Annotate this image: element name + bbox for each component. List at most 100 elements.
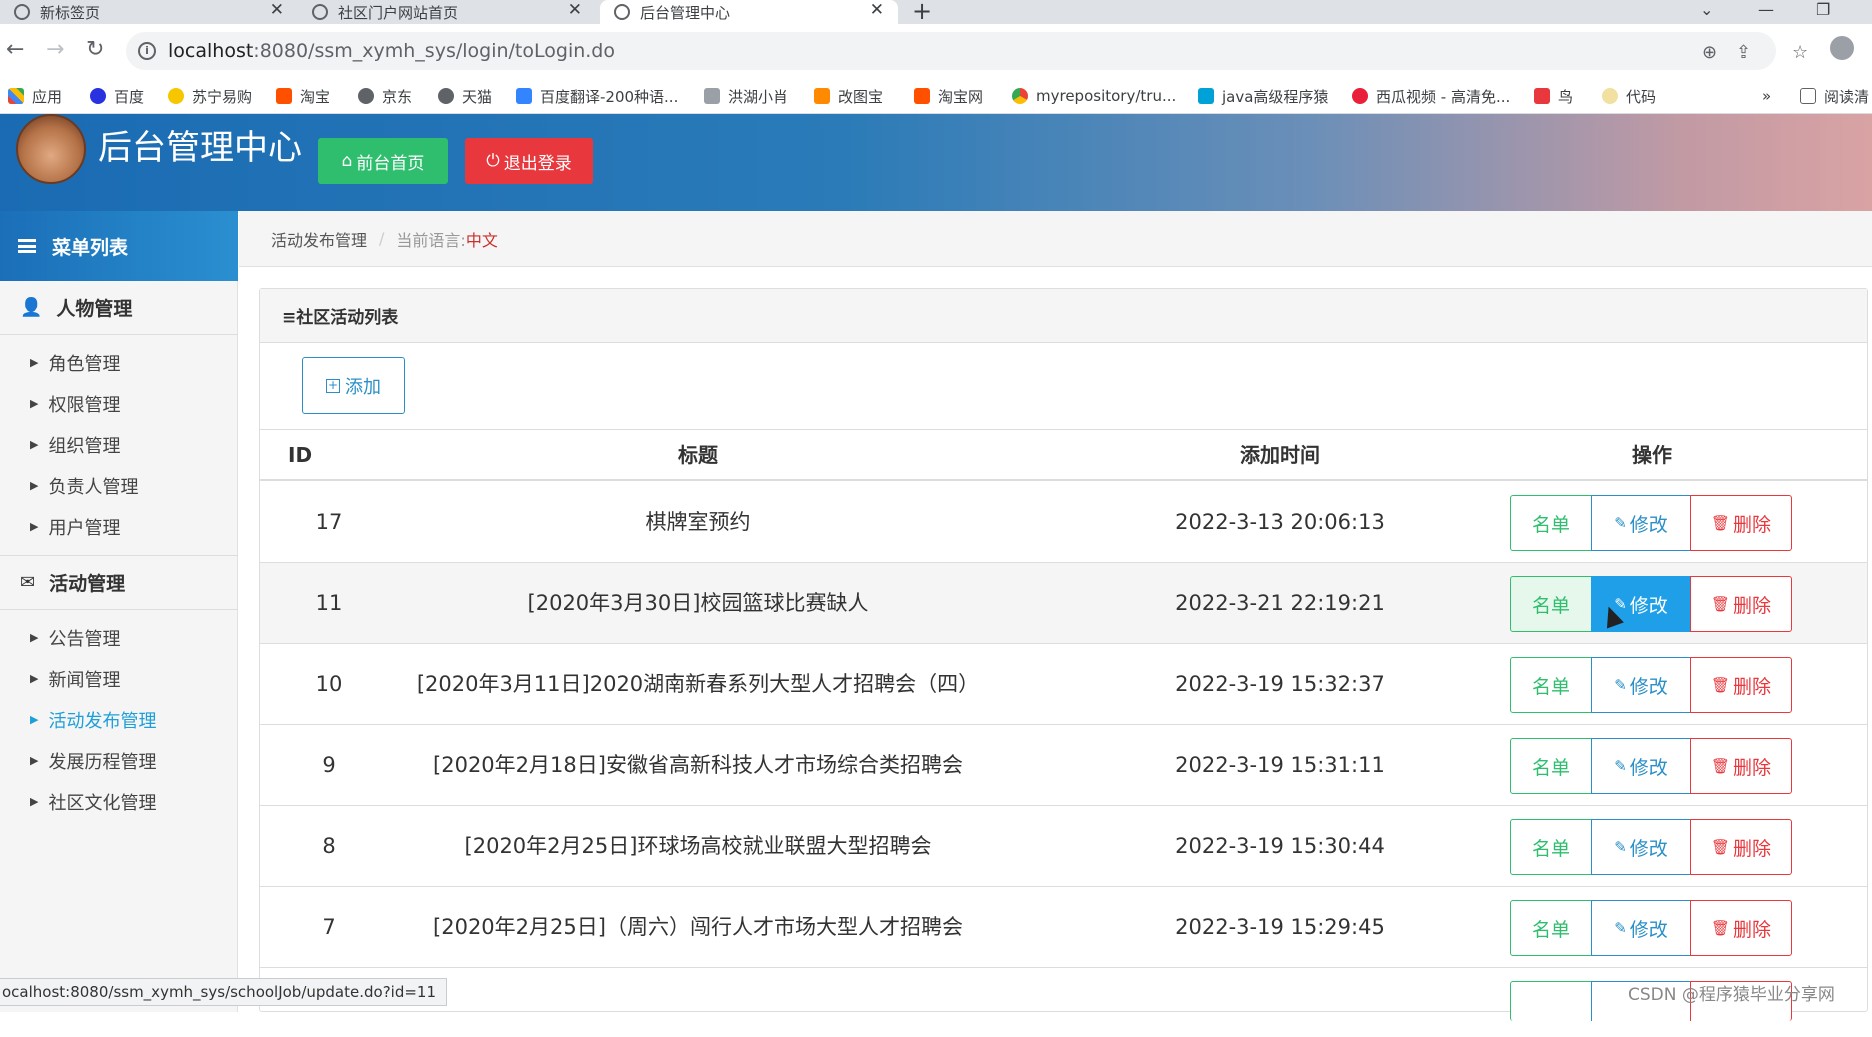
bookmark-tmall[interactable]: 天猫 [438, 85, 492, 107]
sidebar-item-culture[interactable]: ▶ 社区文化管理 [0, 781, 238, 822]
home-button[interactable]: ⌂ 前台首页 [318, 138, 448, 184]
list-button[interactable]: 名单 [1510, 495, 1592, 551]
browser-tab-newtab[interactable]: 新标签页 ✕ [0, 0, 298, 24]
bird-icon [704, 88, 720, 104]
list-button[interactable]: 名单 [1510, 738, 1592, 794]
row-actions: 名单 ✎ 修改 🗑 删除 [1510, 576, 1792, 632]
close-icon[interactable]: ✕ [870, 0, 884, 20]
bookmark-java[interactable]: java高级程序猿 [1198, 85, 1328, 107]
edit-button[interactable]: ✎ 修改 [1591, 738, 1691, 794]
sidebar-item-users[interactable]: ▶ 用户管理 [0, 506, 238, 547]
zoom-icon[interactable]: ⊕ [1702, 42, 1717, 63]
list-icon [18, 239, 36, 253]
translate-icon [516, 88, 532, 104]
row-id: 9 [322, 753, 336, 777]
sidebar-item-managers[interactable]: ▶ 负责人管理 [0, 465, 238, 506]
sidebar-item-notices[interactable]: ▶ 公告管理 [0, 617, 238, 658]
breadcrumb: 活动发布管理 / 当前语言: 中文 [239, 211, 1872, 267]
bookmark-niao[interactable]: 鸟 [1534, 85, 1573, 107]
globe-icon [614, 4, 630, 20]
user-icon: 👤 [20, 297, 43, 318]
sidebar-group-people[interactable]: 👤 人物管理 [0, 281, 238, 335]
table-row: 7 [2020年2月25日]（周六）闯行人才市场大型人才招聘会 2022-3-1… [260, 887, 1867, 968]
row-time: 2022-3-19 15:32:37 [1175, 672, 1385, 696]
delete-button[interactable]: 🗑 删除 [1690, 900, 1792, 956]
forward-icon[interactable]: → [46, 37, 64, 62]
caret-right-icon: ▶ [30, 479, 39, 492]
bookmark-taobao[interactable]: 淘宝 [276, 85, 330, 107]
caret-right-icon: ▶ [30, 795, 39, 808]
close-icon[interactable]: ✕ [270, 0, 284, 20]
tab-search-icon[interactable]: ⌄ [1700, 0, 1713, 19]
edit-button[interactable]: ✎ 修改 [1591, 900, 1691, 956]
minimize-icon[interactable]: — [1758, 0, 1774, 19]
list-button[interactable]: 名单 [1510, 657, 1592, 713]
sidebar-item-organizations[interactable]: ▶ 组织管理 [0, 424, 238, 465]
close-icon[interactable]: ✕ [568, 0, 582, 20]
tab-label: 社区门户网站首页 [338, 3, 459, 22]
browser-tab-portal[interactable]: 社区门户网站首页 ✕ [298, 0, 596, 24]
address-input[interactable]: i localhost:8080/ssm_xymh_sys/login/toLo… [126, 32, 1808, 70]
delete-button[interactable]: 🗑 删除 [1690, 819, 1792, 875]
share-icon[interactable]: ⇪ [1736, 42, 1751, 63]
sidebar-item-roles[interactable]: ▶ 角色管理 [0, 342, 238, 383]
logout-button[interactable]: ⏻ 退出登录 [465, 138, 593, 184]
delete-button[interactable]: 🗑 删除 [1690, 576, 1792, 632]
trash-icon: 🗑 [1710, 676, 1731, 694]
new-tab-icon[interactable]: + [912, 0, 932, 25]
bookmark-jd[interactable]: 京东 [358, 85, 412, 107]
table-row: 10 [2020年3月11日]2020湖南新春系列大型人才招聘会（四） 2022… [260, 644, 1867, 725]
edit-icon: ✎ [1614, 838, 1627, 856]
column-header-id: ID [288, 443, 313, 467]
bookmark-gaitubao[interactable]: 改图宝 [814, 85, 883, 107]
sidebar-item-permissions[interactable]: ▶ 权限管理 [0, 383, 238, 424]
edit-button[interactable]: ✎ 修改 [1591, 657, 1691, 713]
bookmark-xigua[interactable]: 西瓜视频 - 高清免... [1352, 85, 1510, 107]
list-button[interactable]: 名单 [1510, 819, 1592, 875]
edit-button[interactable]: ✎ 修改 [1591, 495, 1691, 551]
bookmark-apps[interactable]: 应用 [8, 85, 62, 107]
reading-list[interactable]: 阅读清 [1800, 85, 1869, 107]
sidebar-item-news[interactable]: ▶ 新闻管理 [0, 658, 238, 699]
back-icon[interactable]: ← [6, 37, 24, 62]
bookmark-code[interactable]: 代码 [1602, 85, 1656, 107]
edit-button[interactable]: ✎ 修改 [1591, 819, 1691, 875]
suning-icon [168, 88, 184, 104]
reload-icon[interactable]: ↻ [86, 37, 104, 62]
sidebar-item-activity-publish[interactable]: ▶ 活动发布管理 [0, 699, 238, 740]
panel-title: ≡社区活动列表 [260, 289, 1867, 343]
profile-avatar-icon[interactable] [1830, 36, 1854, 60]
browser-tab-admin[interactable]: 后台管理中心 ✕ [600, 0, 898, 24]
bookmark-star-icon[interactable]: ☆ [1792, 42, 1808, 63]
bookmark-honghu[interactable]: 洪湖小肖 [704, 85, 788, 107]
bookmark-suning[interactable]: 苏宁易购 [168, 85, 252, 107]
bird-icon [1534, 88, 1550, 104]
url-text: localhost:8080/ssm_xymh_sys/login/toLogi… [168, 40, 615, 62]
delete-button[interactable]: 🗑 删除 [1690, 495, 1792, 551]
language-value[interactable]: 中文 [466, 227, 498, 251]
breadcrumb-separator: / [379, 229, 385, 248]
envelope-icon: ✉ [20, 572, 36, 593]
column-header-time: 添加时间 [1240, 443, 1320, 467]
sidebar-group-activities[interactable]: ✉ 活动管理 [0, 556, 238, 610]
site-info-icon[interactable]: i [138, 42, 156, 60]
restore-icon[interactable]: ❐ [1816, 0, 1830, 19]
list-button[interactable]: 名单 [1510, 900, 1592, 956]
row-id: 10 [315, 672, 343, 696]
apps-grid-icon [8, 88, 24, 104]
bookmark-baidu[interactable]: 百度 [90, 85, 144, 107]
delete-button[interactable]: 🗑 删除 [1690, 738, 1792, 794]
row-time: 2022-3-21 22:19:21 [1175, 591, 1385, 615]
row-title: [2020年2月25日]（周六）闯行人才市场大型人才招聘会 [433, 915, 963, 939]
bookmark-myrepository[interactable]: myrepository/tru... [1012, 85, 1176, 107]
bookmarks-overflow[interactable]: » [1762, 85, 1771, 107]
list-button[interactable] [1510, 981, 1592, 1021]
bookmark-taobaowang[interactable]: 淘宝网 [914, 85, 983, 107]
bookmark-baidu-translate[interactable]: 百度翻译-200种语... [516, 85, 678, 107]
sidebar-item-history[interactable]: ▶ 发展历程管理 [0, 740, 238, 781]
list-button[interactable]: 名单 [1510, 576, 1592, 632]
delete-button[interactable]: 🗑 删除 [1690, 657, 1792, 713]
add-button[interactable]: + 添加 [302, 357, 405, 414]
breadcrumb-current[interactable]: 活动发布管理 [271, 227, 367, 251]
caret-right-icon: ▶ [30, 713, 39, 726]
